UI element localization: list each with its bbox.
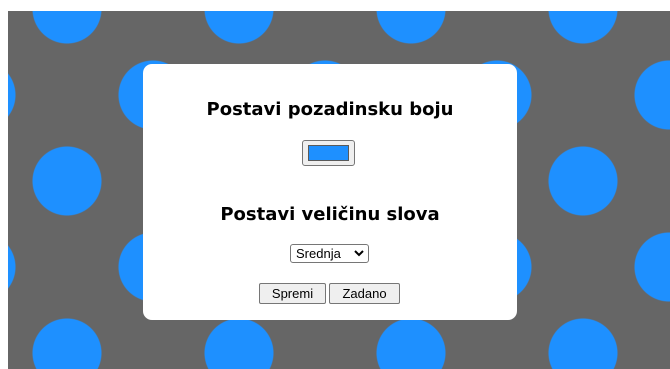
font-size-heading: Postavi veličinu slova — [220, 204, 440, 225]
background-color-heading: Postavi pozadinsku boju — [206, 99, 454, 120]
settings-panel: Postavi pozadinsku boju Postavi veličinu… — [143, 64, 517, 320]
font-size-select-value: Srednja — [296, 246, 341, 261]
background-color-picker[interactable] — [302, 140, 355, 166]
font-size-select[interactable]: Srednja — [290, 244, 369, 263]
chevron-down-icon — [354, 250, 364, 257]
save-button[interactable]: Spremi — [259, 283, 326, 304]
color-swatch — [308, 145, 349, 161]
page: Postavi pozadinsku boju Postavi veličinu… — [0, 0, 670, 369]
default-button[interactable]: Zadano — [329, 283, 400, 304]
